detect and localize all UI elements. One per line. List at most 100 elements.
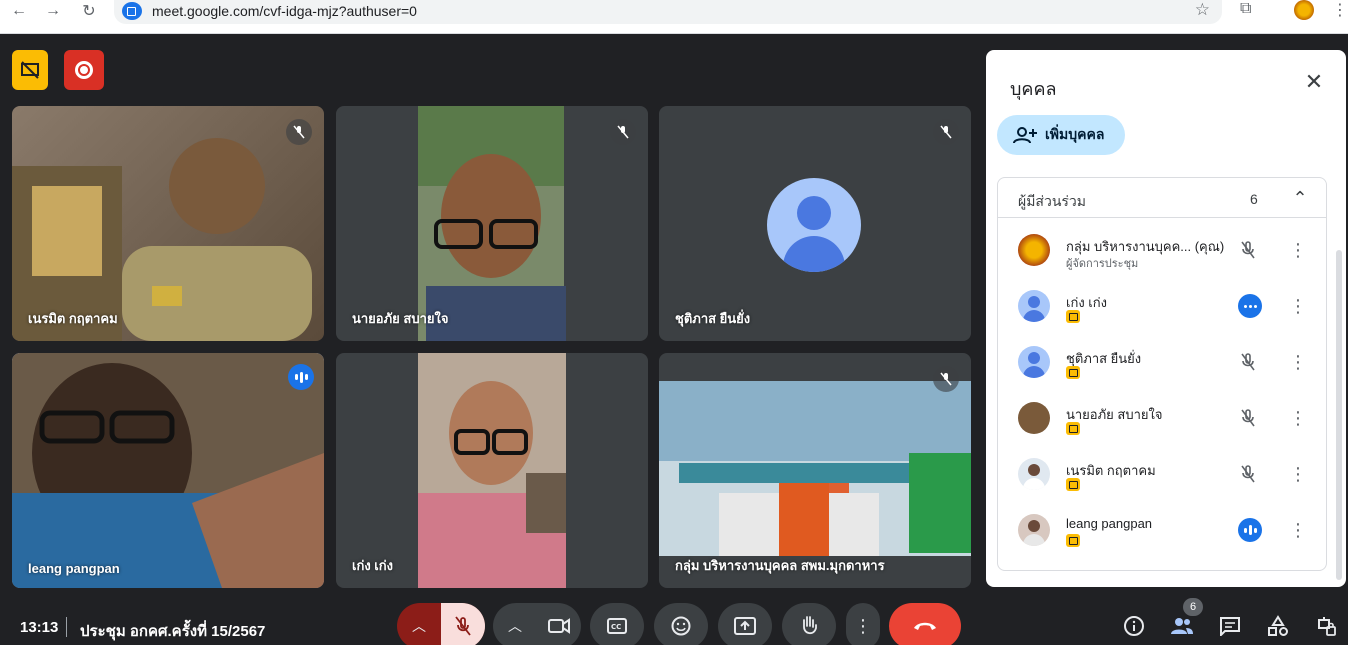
participant-row[interactable]: เนรมิต กฤตาคม ⋮ <box>998 446 1326 502</box>
leave-call-button[interactable] <box>889 603 961 645</box>
present-screen-button[interactable] <box>718 603 772 645</box>
mic-off-icon[interactable] <box>1236 238 1260 262</box>
participant-name: เนรมิต กฤตาคม <box>1066 463 1156 478</box>
emoji-icon <box>671 616 691 636</box>
participant-name: นายอภัย สบายใจ <box>1066 407 1163 422</box>
emoji-reactions-button[interactable] <box>654 603 708 645</box>
audio-activity-icon <box>1238 294 1262 318</box>
participant-row[interactable]: leang pangpan ⋮ <box>998 502 1326 558</box>
browser-menu-icon[interactable]: ⋮ <box>1332 0 1348 20</box>
participant-row[interactable]: กลุ่ม บริหารงานบุคค... (คุณ) ผู้จัดการปร… <box>998 222 1326 278</box>
participant-row[interactable]: นายอภัย สบายใจ ⋮ <box>998 390 1326 446</box>
screen-share-off-badge-icon <box>1066 310 1080 323</box>
add-people-label: เพิ่มบุคคล <box>1045 126 1105 142</box>
video-tile[interactable]: เก่ง เก่ง <box>336 353 648 588</box>
add-person-icon <box>1013 127 1037 144</box>
mic-off-icon <box>286 119 312 145</box>
participants-group: ผู้มีส่วนร่วม 6 ⌃ กลุ่ม บริหารงานบุคค...… <box>997 177 1327 571</box>
bookmark-star-icon[interactable]: ☆ <box>1195 0 1210 20</box>
meet-site-icon <box>122 2 142 20</box>
mic-off-icon <box>455 616 471 636</box>
video-tile-active[interactable]: leang pangpan <box>12 353 324 588</box>
screen-off-icon <box>21 61 39 79</box>
group-title: ผู้มีส่วนร่วม <box>1018 193 1087 209</box>
mic-off-icon[interactable] <box>1236 350 1260 374</box>
url-text[interactable]: meet.google.com/cvf-idga-mjz?authuser=0 <box>152 3 417 19</box>
more-options-icon[interactable]: ⋮ <box>1288 406 1308 430</box>
activities-icon[interactable] <box>1265 613 1291 639</box>
mic-off-icon[interactable] <box>1236 462 1260 486</box>
mic-off-icon <box>933 366 959 392</box>
extensions-icon[interactable]: ⧉ <box>1240 0 1260 20</box>
screen-share-off-badge-icon <box>1066 422 1080 435</box>
address-bar[interactable]: meet.google.com/cvf-idga-mjz?authuser=0 … <box>114 0 1222 24</box>
present-screen-icon <box>734 617 756 635</box>
raise-hand-button[interactable] <box>782 603 836 645</box>
profile-avatar[interactable] <box>1294 0 1314 20</box>
video-tile[interactable]: กลุ่ม บริหารงานบุคคล สพม.มุกดาหาร <box>659 353 971 588</box>
close-icon[interactable]: ✕ <box>1302 69 1326 94</box>
mic-off-icon <box>933 119 959 145</box>
participant-avatar <box>1018 458 1050 490</box>
more-options-icon[interactable]: ⋮ <box>1288 238 1308 262</box>
more-options-icon[interactable]: ⋮ <box>1288 518 1308 542</box>
participant-video <box>12 138 312 341</box>
more-options-icon[interactable]: ⋮ <box>1288 462 1308 486</box>
tile-name: เก่ง เก่ง <box>352 558 393 573</box>
mic-toggle-button[interactable] <box>441 603 485 645</box>
mic-off-icon[interactable] <box>1236 406 1260 430</box>
people-icon[interactable] <box>1169 613 1195 639</box>
camera-control-group: ︿ <box>493 603 581 645</box>
tile-name: เนรมิต กฤตาคม <box>28 311 118 326</box>
mic-control-group: ︿ <box>397 603 485 645</box>
mic-off-icon <box>610 119 636 145</box>
speaking-indicator-icon <box>288 364 314 390</box>
participant-video <box>659 381 971 556</box>
back-icon[interactable]: ← <box>8 0 30 22</box>
chevron-up-icon[interactable]: ⌃ <box>1288 186 1312 210</box>
video-tile[interactable]: นายอภัย สบายใจ <box>336 106 648 341</box>
participant-video <box>418 106 566 341</box>
captions-button[interactable]: CC <box>590 603 644 645</box>
add-people-button[interactable]: เพิ่มบุคคล <box>997 115 1125 155</box>
recording-indicator[interactable] <box>64 50 104 90</box>
participant-name: leang pangpan <box>1066 516 1153 531</box>
people-count-badge: 6 <box>1183 598 1203 616</box>
participant-avatar <box>1018 290 1050 322</box>
participant-row[interactable]: เก่ง เก่ง ⋮ <box>998 278 1326 334</box>
participant-avatar <box>1018 514 1050 546</box>
reload-icon[interactable]: ↻ <box>78 0 100 22</box>
participant-video <box>418 353 566 588</box>
participants-group-header[interactable]: ผู้มีส่วนร่วม 6 ⌃ <box>998 178 1326 218</box>
audio-options-chevron-icon[interactable]: ︿ <box>397 603 441 645</box>
captions-icon: CC <box>607 618 627 634</box>
video-options-chevron-icon[interactable]: ︿ <box>493 603 537 645</box>
tile-name: กลุ่ม บริหารงานบุคคล สพม.มุกดาหาร <box>675 558 885 573</box>
more-vert-icon: ⋮ <box>854 615 872 636</box>
participant-avatar <box>1018 234 1050 266</box>
more-options-icon[interactable]: ⋮ <box>1288 294 1308 318</box>
participant-row[interactable]: ชุติภาส ยืนยั่ง ⋮ <box>998 334 1326 390</box>
panel-scrollbar[interactable] <box>1336 250 1342 580</box>
video-tile[interactable]: เนรมิต กฤตาคม <box>12 106 324 341</box>
speaking-indicator-icon <box>1238 518 1262 542</box>
meeting-details-icon[interactable] <box>1121 613 1147 639</box>
meeting-controls-bar: 13:13 ประชุม อกคศ.ครั้งที่ 15/2567 ︿ ︿ C… <box>0 597 1348 645</box>
group-count: 6 <box>1250 191 1258 207</box>
browser-toolbar: ← → ↻ meet.google.com/cvf-idga-mjz?authu… <box>0 0 1348 34</box>
presentation-off-indicator[interactable] <box>12 50 48 90</box>
meeting-time: 13:13 <box>20 619 59 636</box>
more-options-icon[interactable]: ⋮ <box>1288 350 1308 374</box>
participant-video <box>12 353 324 588</box>
participant-avatar <box>767 178 861 272</box>
participant-role: ผู้จัดการประชุม <box>1066 258 1139 270</box>
meeting-title: ประชุม อกคศ.ครั้งที่ 15/2567 <box>80 623 266 640</box>
video-tile[interactable]: ชุติภาส ยืนยั่ง <box>659 106 971 341</box>
tile-name: leang pangpan <box>28 561 120 576</box>
camera-toggle-button[interactable] <box>537 603 581 645</box>
forward-icon[interactable]: → <box>42 0 64 22</box>
tile-name: นายอภัย สบายใจ <box>352 311 449 326</box>
chat-icon[interactable] <box>1217 613 1243 639</box>
more-options-button[interactable]: ⋮ <box>846 603 880 645</box>
host-controls-icon[interactable] <box>1313 613 1339 639</box>
